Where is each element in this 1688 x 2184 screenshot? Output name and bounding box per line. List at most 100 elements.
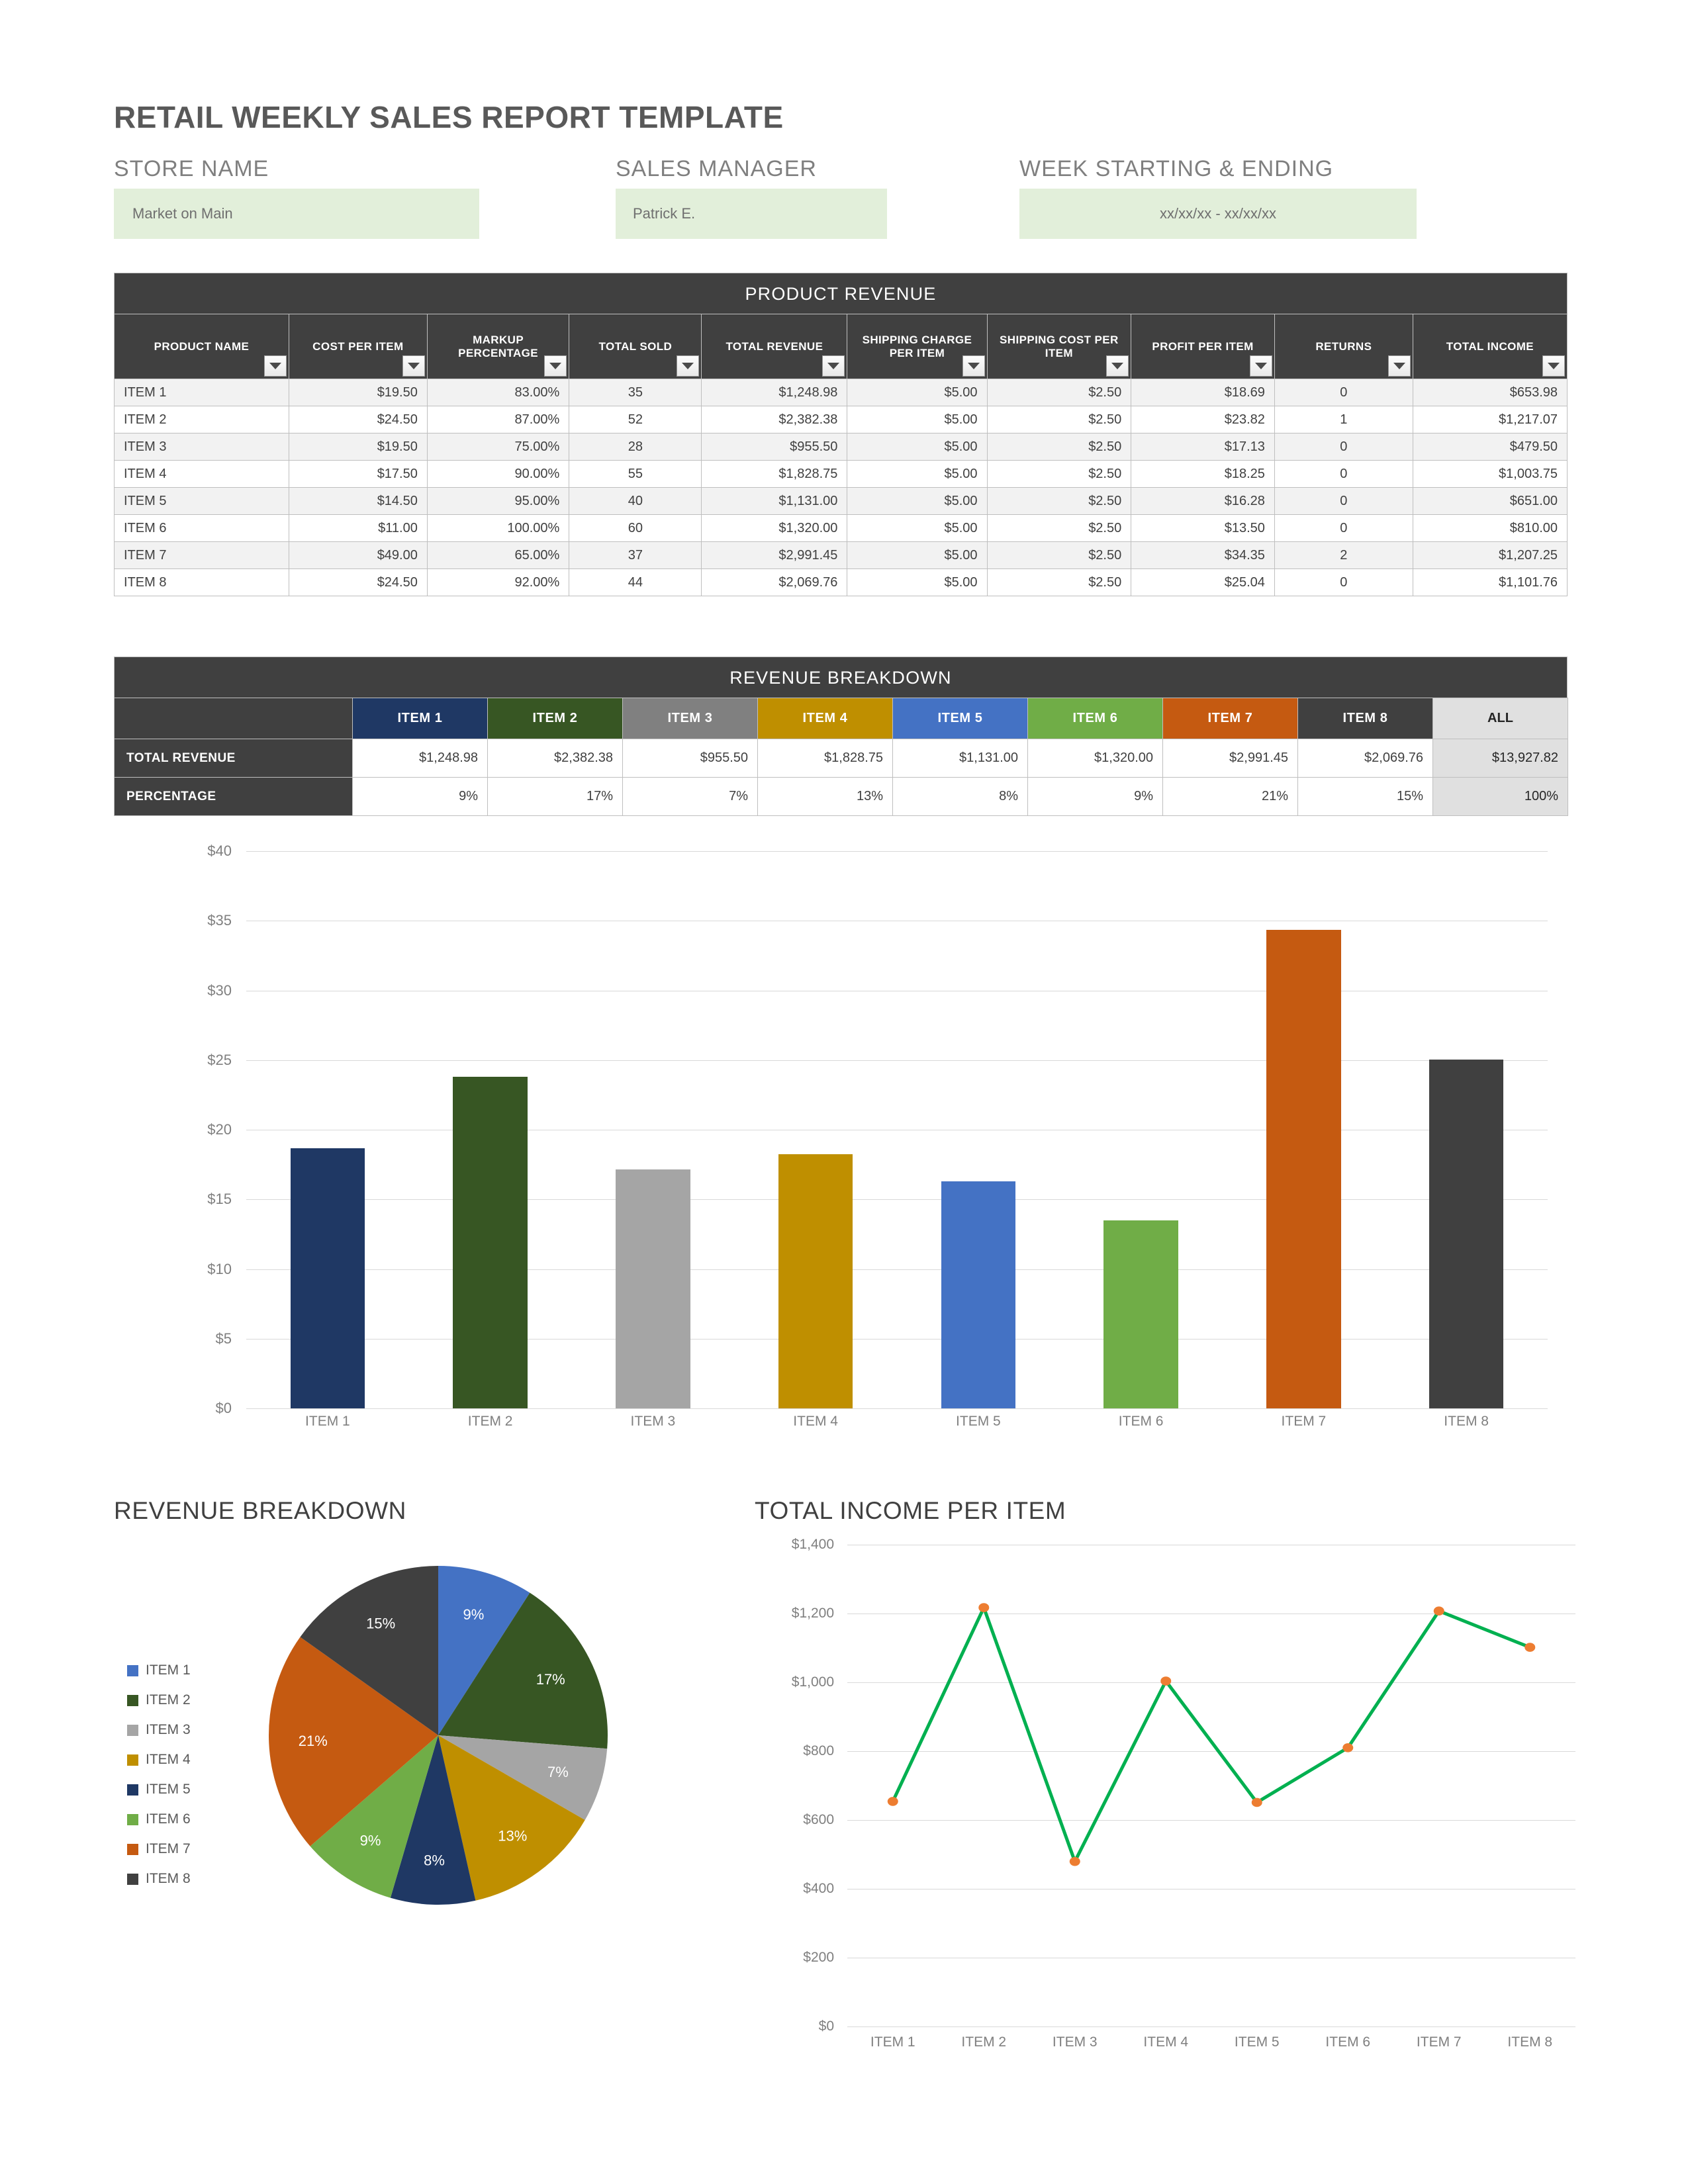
- table-cell: $955.50: [622, 739, 758, 778]
- pie-data-label: 15%: [366, 1615, 395, 1632]
- pie-data-label: 9%: [463, 1606, 484, 1623]
- filter-dropdown-icon[interactable]: [1542, 355, 1565, 377]
- x-axis-tick-label: ITEM 1: [870, 2034, 915, 2050]
- filter-dropdown-icon[interactable]: [677, 355, 700, 377]
- legend-item: ITEM 3: [127, 1722, 246, 1738]
- column-header-label: MARKUP PERCENTAGE: [458, 333, 538, 359]
- bar-column: [419, 851, 562, 1408]
- legend-color-swatch: [127, 1784, 138, 1796]
- table-cell: $2,991.45: [701, 541, 848, 569]
- gridline: [246, 1408, 1548, 1409]
- table-cell: 13%: [757, 777, 893, 816]
- breakdown-item-header: ITEM 6: [1027, 698, 1163, 739]
- filter-dropdown-icon[interactable]: [962, 355, 985, 377]
- product-revenue-header-row: PRODUCT NAME COST PER ITEM MARKUP PERCENTA…: [114, 314, 1568, 379]
- x-axis-tick-label: ITEM 8: [1507, 2034, 1553, 2050]
- breakdown-row-label: TOTAL REVENUE: [114, 739, 353, 778]
- y-axis-tick-label: $800: [803, 1743, 834, 1758]
- filter-dropdown-icon[interactable]: [402, 355, 425, 377]
- table-row: ITEM 1 $19.50 83.00% 35 $1,248.98 $5.00 $2.50 $…: [114, 379, 1568, 406]
- table-cell: $5.00: [847, 433, 988, 461]
- legend-color-swatch: [127, 1873, 138, 1885]
- table-cell: 35: [569, 379, 702, 406]
- legend-item: ITEM 1: [127, 1662, 246, 1678]
- x-axis-tick-label: ITEM 7: [1416, 2034, 1462, 2050]
- breakdown-item-header: ITEM 8: [1297, 698, 1433, 739]
- data-point-marker: [1342, 1743, 1354, 1752]
- breakdown-item-header: ITEM 3: [622, 698, 758, 739]
- bar: [616, 1169, 690, 1408]
- filter-dropdown-icon[interactable]: [1387, 355, 1411, 377]
- total-income-line-chart: TOTAL INCOME PER ITEM $0 $200 $400 $600 $800…: [755, 1497, 1589, 2093]
- table-cell: 21%: [1162, 777, 1298, 816]
- column-header-label: PRODUCT NAME: [154, 340, 250, 353]
- filter-dropdown-icon[interactable]: [1106, 355, 1129, 377]
- table-row: ITEM 7 $49.00 65.00% 37 $2,991.45 $5.00 $2.50 $…: [114, 541, 1568, 569]
- filter-dropdown-icon[interactable]: [822, 355, 845, 377]
- table-cell: $2.50: [986, 460, 1132, 488]
- table-cell: 92.00%: [426, 569, 570, 596]
- legend-color-swatch: [127, 1754, 138, 1766]
- table-cell: $1,828.75: [757, 739, 893, 778]
- table-cell: $653.98: [1412, 379, 1568, 406]
- breakdown-item-header: ITEM 7: [1162, 698, 1298, 739]
- data-point-marker: [887, 1797, 898, 1806]
- table-cell: $5.00: [847, 460, 988, 488]
- table-row: PERCENTAGE 9% 17% 7% 13% 8% 9% 21% 15% 100%: [114, 777, 1568, 816]
- table-cell: $24.50: [288, 406, 428, 433]
- table-cell: $5.00: [847, 569, 988, 596]
- bar: [941, 1181, 1016, 1408]
- week-range-input[interactable]: xx/xx/xx - xx/xx/xx: [1019, 189, 1417, 239]
- table-cell: 40: [569, 487, 702, 515]
- week-range-field-group: WEEK STARTING & ENDING xx/xx/xx - xx/xx/…: [1019, 156, 1417, 239]
- data-point-marker: [1433, 1606, 1444, 1616]
- y-axis-tick-label: $25: [207, 1051, 232, 1068]
- pie-chart-title: REVENUE BREAKDOWN: [114, 1497, 406, 1524]
- store-name-input[interactable]: Market on Main: [114, 189, 479, 239]
- table-cell: $651.00: [1412, 487, 1568, 515]
- line-series: [893, 1608, 1530, 1862]
- sales-manager-label: SALES MANAGER: [616, 156, 817, 181]
- bar: [453, 1076, 528, 1408]
- table-cell: $49.00: [288, 541, 428, 569]
- table-cell: 15%: [1297, 777, 1433, 816]
- breakdown-item-header: ITEM 5: [892, 698, 1028, 739]
- table-cell: $1,320.00: [1027, 739, 1163, 778]
- legend-item: ITEM 4: [127, 1752, 246, 1768]
- table-row: TOTAL REVENUE $1,248.98 $2,382.38 $955.50 $1…: [114, 739, 1568, 778]
- table-cell: $24.50: [288, 569, 428, 596]
- table-cell: $1,003.75: [1412, 460, 1568, 488]
- line-chart-title: TOTAL INCOME PER ITEM: [755, 1497, 1066, 1524]
- table-cell: $955.50: [701, 433, 848, 461]
- revenue-breakdown-section: REVENUE BREAKDOWN ITEM 1 ITEM 2 ITEM 3 ITEM…: [114, 657, 1568, 816]
- table-cell: $1,131.00: [892, 739, 1028, 778]
- y-axis-tick-label: $20: [207, 1121, 232, 1138]
- column-header-cost-per-item: COST PER ITEM: [288, 314, 428, 379]
- table-cell: 83.00%: [426, 379, 570, 406]
- filter-dropdown-icon[interactable]: [263, 355, 287, 377]
- data-point-marker: [1160, 1676, 1172, 1686]
- legend-color-swatch: [127, 1724, 138, 1736]
- legend-item: ITEM 5: [127, 1782, 246, 1797]
- table-cell: $1,131.00: [701, 487, 848, 515]
- table-cell: 100.00%: [426, 514, 570, 542]
- breakdown-corner-cell: [114, 698, 353, 739]
- breakdown-item-header: ITEM 1: [352, 698, 488, 739]
- breakdown-total-cell: $13,927.82: [1432, 739, 1568, 778]
- product-revenue-section: PRODUCT REVENUE PRODUCT NAME COST PER ITE…: [114, 273, 1568, 596]
- pie-chart-graphic: 9% 17% 7% 13% 8% 9% 21% 15%: [266, 1563, 610, 1907]
- x-axis-tick-label: ITEM 8: [1444, 1414, 1489, 1429]
- x-axis-tick-label: ITEM 5: [1234, 2034, 1280, 2050]
- breakdown-item-header: ITEM 2: [487, 698, 623, 739]
- table-cell: $810.00: [1412, 514, 1568, 542]
- bar-column: [744, 851, 887, 1408]
- pie-data-label: 17%: [536, 1671, 565, 1688]
- filter-dropdown-icon[interactable]: [1249, 355, 1272, 377]
- table-cell: $2,382.38: [701, 406, 848, 433]
- revenue-breakdown-band-title: REVENUE BREAKDOWN: [114, 657, 1568, 698]
- data-point-marker: [1069, 1856, 1080, 1866]
- data-point-marker: [1251, 1797, 1262, 1807]
- sales-manager-input[interactable]: Patrick E.: [616, 189, 887, 239]
- filter-dropdown-icon[interactable]: [544, 355, 567, 377]
- table-cell: $2.50: [986, 406, 1132, 433]
